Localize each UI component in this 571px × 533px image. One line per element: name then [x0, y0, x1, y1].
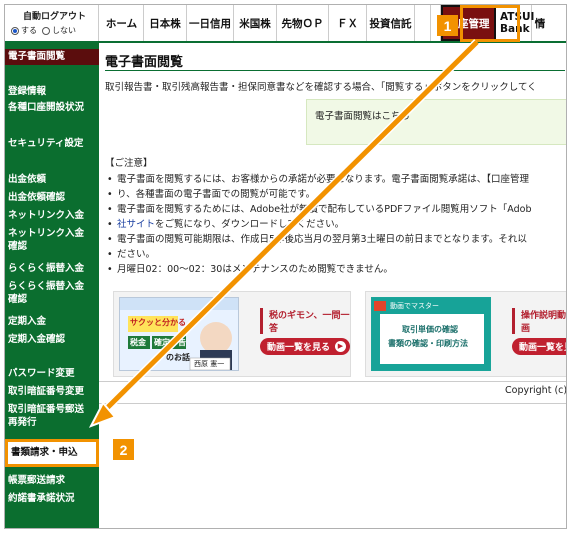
instruction-arrow — [88, 39, 480, 428]
step1-badge: 1 — [437, 15, 458, 36]
browser-frame: 自動ログアウト する しない ホーム 日本株 一日信用 米国株 先物ＯＰ ＦＸ … — [4, 4, 567, 529]
step2-badge: 2 — [113, 439, 134, 460]
